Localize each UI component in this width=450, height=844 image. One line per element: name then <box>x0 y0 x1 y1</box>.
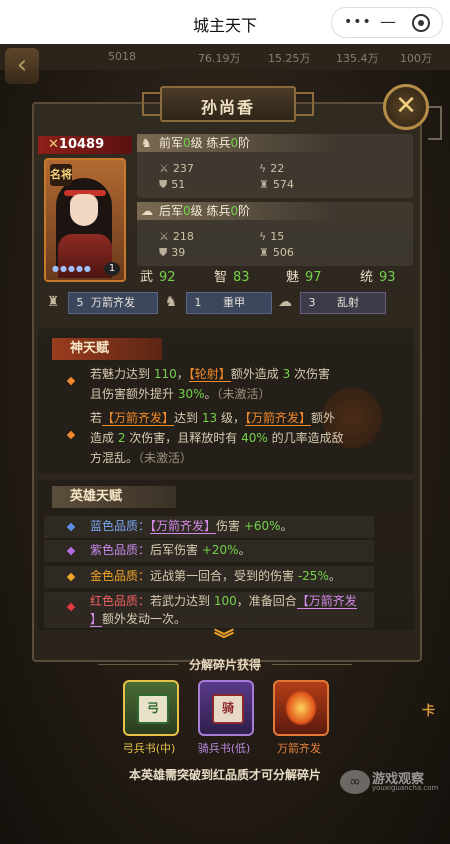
portrait-face <box>70 194 98 226</box>
chevron-down-icon[interactable]: ︾ <box>206 629 242 650</box>
star-rating: ●●●●● <box>52 264 92 273</box>
resource-bar: 5018 76.19万 15.25万 135.4万 100万 <box>0 44 450 70</box>
unit-skill-2[interactable]: 1 重甲 <box>186 292 272 314</box>
sword-icon: ⚔ <box>159 162 169 175</box>
side-bracket <box>428 106 442 140</box>
red-quality-talent: 红色品质：若武力达到 100，准备回合【万箭齐发 】额外发动一次。 <box>90 594 357 627</box>
resource-value: 135.4万 <box>336 52 379 65</box>
hero-talent-title: 英雄天赋 <box>52 486 176 508</box>
helmet-icon: ♜ <box>259 246 269 259</box>
defense-stat: ⛊ 51 <box>159 178 186 191</box>
cloud-icon: ☁ <box>278 294 292 310</box>
close-panel-button[interactable]: ✕ <box>383 84 429 130</box>
divine-talent-title: 神天赋 <box>52 338 162 360</box>
troops-stat: ♜ 506 <box>259 246 294 259</box>
hero-name: 孙尚香 <box>200 98 255 117</box>
horse-icon: ♞ <box>164 294 178 310</box>
lightning-icon: ϟ <box>259 162 267 175</box>
blue-quality-talent: 蓝色品质：【万箭齐发】伤害 +60%。 <box>90 519 293 534</box>
side-card-label: 卡 <box>422 704 436 719</box>
resource-value: 76.19万 <box>198 52 241 65</box>
front-army-panel: ♞ 前军0级 练兵0阶 ⚔ 237 ϟ 22 ⛊ 51 ♜ 574 <box>137 134 413 198</box>
hero-name-plate: 孙尚香 <box>142 86 314 122</box>
scroll-icon: 弓 <box>137 694 169 724</box>
unit-skill-3[interactable]: 3 乱射 <box>300 292 386 314</box>
resource-value: 5018 <box>108 50 136 63</box>
arrow-volley-icon <box>285 690 317 726</box>
divine-talent-1: 若魅力达到 110，【轮射】额外造成 3 次伤害 且伤害额外提升 30%。（未激… <box>90 367 331 401</box>
fragment-item-archer-book[interactable]: 弓 <box>123 680 179 736</box>
attr-force: 武 92 <box>140 270 176 285</box>
attr-command: 统 93 <box>360 270 396 285</box>
navbar-capsule: ••• — <box>331 7 443 38</box>
lightning-icon: ϟ <box>259 230 267 243</box>
hero-power: ✕10489 <box>38 136 132 154</box>
attr-intellect: 智 83 <box>214 270 250 285</box>
fragments-title: 分解碎片获得 <box>188 658 261 672</box>
hero-attributes: 武 92 智 83 魅 97 统 93 <box>140 266 418 285</box>
power-value: 10489 <box>58 137 105 152</box>
speed-stat: ϟ 15 <box>259 230 285 243</box>
divine-talent-2: 若【万箭齐发】达到 13 级，【万箭齐发】额外 造成 2 次伤害，且释放时有 4… <box>90 411 344 465</box>
back-arrow-icon[interactable]: ‹ <box>5 48 39 84</box>
sword-icon: ⚔ <box>159 230 169 243</box>
cloud-icon: ☁ <box>141 204 153 218</box>
attr-charm: 魅 97 <box>286 270 322 285</box>
defense-stat: ⛊ 39 <box>159 246 186 259</box>
purple-quality-talent: 紫色品质：后军伤害 +20%。 <box>90 543 251 557</box>
shield-icon: ⛊ <box>159 178 168 191</box>
helmet-icon: ♜ <box>46 294 60 310</box>
attack-stat: ⚔ 218 <box>159 230 194 243</box>
unit-skills-row: ♜ 5 万箭齐发 ♞ 1 重甲 ☁ 3 乱射 <box>44 292 414 314</box>
resource-value: 100万 <box>400 52 432 65</box>
shield-icon: ⛊ <box>159 246 168 259</box>
troops-stat: ♜ 574 <box>259 178 294 191</box>
rear-army-panel: ☁ 后军0级 练兵0阶 ⚔ 218 ϟ 15 ⛊ 39 ♜ 506 <box>137 202 413 266</box>
watermark-logo-icon: ∞ <box>340 770 370 794</box>
fragment-item-arrow-volley[interactable] <box>273 680 329 736</box>
horse-icon: ♞ <box>141 136 152 150</box>
fragment-item-cavalry-book[interactable]: 骑 <box>198 680 254 736</box>
fragment-label: 万箭齐发 <box>277 742 321 755</box>
mini-program-navbar: 城主天下 ••• — <box>0 0 450 44</box>
unit-skill-1[interactable]: 5 万箭齐发 <box>68 292 158 314</box>
minimize-icon[interactable]: — <box>380 12 398 31</box>
scroll-icon: 骑 <box>212 694 244 724</box>
rear-army-header: ☁ 后军0级 练兵0阶 <box>137 202 337 220</box>
front-army-header: ♞ 前军0级 练兵0阶 <box>137 134 337 152</box>
watermark: ∞ 游戏观察 youxiguancha.com <box>340 770 446 796</box>
hero-level-badge: 1 <box>104 262 120 276</box>
resource-value: 15.25万 <box>268 52 311 65</box>
helmet-icon: ♜ <box>259 178 269 191</box>
swords-icon: ✕ <box>48 137 59 152</box>
gold-quality-talent: 金色品质：远战第一回合，受到的伤害 -25%。 <box>90 569 341 583</box>
close-mini-program-icon[interactable] <box>412 14 430 32</box>
speed-stat: ϟ 22 <box>259 162 285 175</box>
more-icon[interactable]: ••• <box>344 14 372 30</box>
famous-general-tag: 名将 <box>50 164 72 186</box>
watermark-url: youxiguancha.com <box>372 784 439 792</box>
attack-stat: ⚔ 237 <box>159 162 194 175</box>
